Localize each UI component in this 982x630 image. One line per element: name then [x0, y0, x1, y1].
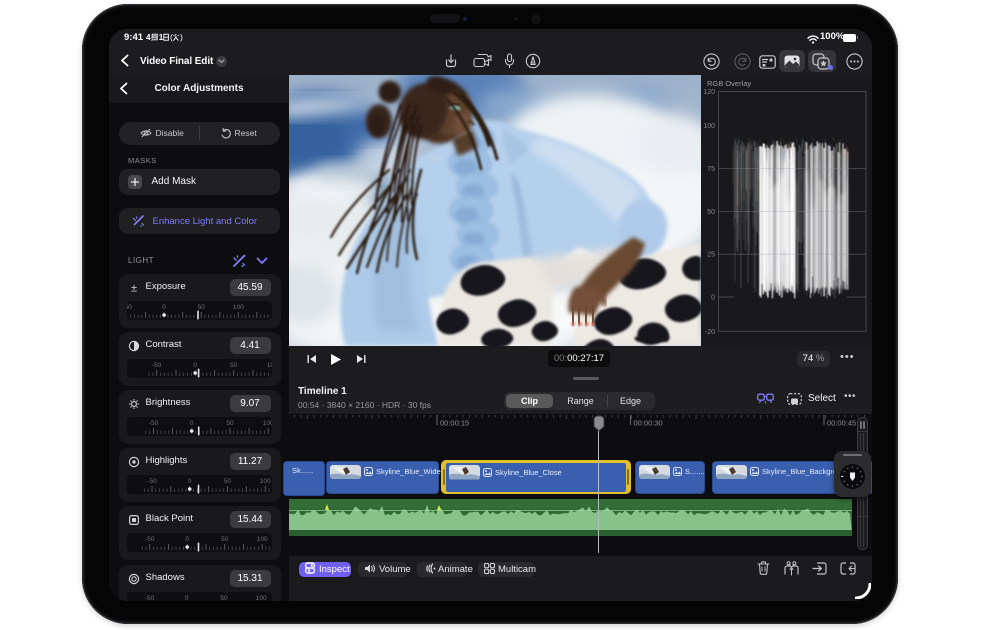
svg-text:100: 100	[255, 595, 266, 602]
svg-text:100: 100	[256, 536, 267, 543]
svg-text:-50: -50	[148, 420, 158, 427]
svg-text:0: 0	[184, 595, 188, 602]
svg-text:25: 25	[707, 252, 715, 259]
svg-text:-50: -50	[151, 362, 161, 369]
svg-text:0: 0	[185, 536, 189, 543]
svg-text:-50: -50	[147, 478, 157, 485]
svg-text:50: 50	[220, 595, 228, 602]
svg-text:-50: -50	[144, 536, 154, 543]
svg-text:-20: -20	[704, 329, 714, 336]
svg-text:-50: -50	[127, 304, 132, 311]
svg-text:00:00:45: 00:00:45	[827, 419, 856, 428]
svg-text:00:00:30: 00:00:30	[634, 419, 663, 428]
svg-text:0: 0	[187, 478, 191, 485]
svg-text:50: 50	[707, 209, 715, 216]
svg-text:0: 0	[189, 420, 193, 427]
svg-text:): )	[180, 32, 183, 42]
svg-text:-50: -50	[144, 595, 154, 602]
svg-text:(: (	[170, 32, 173, 42]
svg-text:4: 4	[146, 33, 151, 42]
svg-text:±: ±	[130, 282, 136, 294]
svg-text:0: 0	[162, 304, 166, 311]
svg-text:1: 1	[158, 33, 163, 42]
svg-text:0: 0	[193, 362, 197, 369]
svg-text:50: 50	[221, 536, 229, 543]
svg-text:100: 100	[232, 304, 243, 311]
svg-text:75: 75	[707, 166, 715, 173]
svg-text:50: 50	[223, 478, 231, 485]
svg-text:50: 50	[230, 362, 238, 369]
svg-text:50: 50	[197, 304, 205, 311]
svg-text:100: 100	[262, 420, 271, 427]
svg-text:100: 100	[266, 362, 271, 369]
svg-text:120: 120	[703, 89, 715, 96]
svg-text:100: 100	[703, 123, 715, 130]
svg-text:0: 0	[711, 295, 715, 302]
svg-text:100: 100	[259, 478, 270, 485]
svg-text:RGB Overlay: RGB Overlay	[707, 79, 751, 88]
svg-text:00:00:15: 00:00:15	[440, 419, 469, 428]
svg-text:50: 50	[226, 420, 234, 427]
